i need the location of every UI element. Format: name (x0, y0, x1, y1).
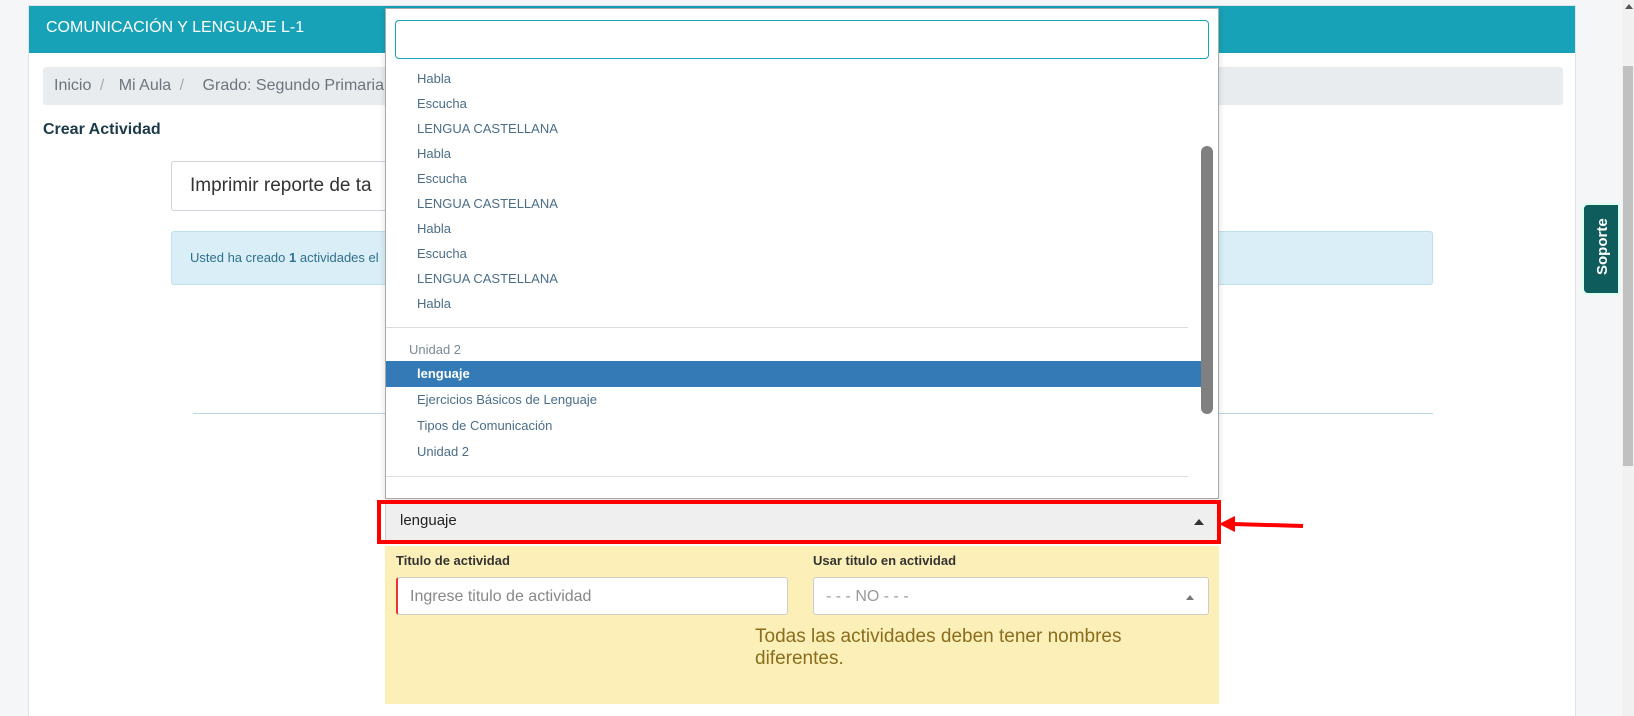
soporte-tab[interactable]: Soporte (1582, 203, 1620, 295)
dropdown-option[interactable]: Habla (386, 66, 1204, 91)
dropdown-option[interactable]: Habla (386, 291, 1204, 316)
dropdown-list: Habla Escucha LENGUA CASTELLANA Habla Es… (386, 66, 1204, 498)
crear-actividad-title: Crear Actividad (43, 121, 161, 138)
dropdown-option[interactable]: Tipos de Comunicación (386, 413, 1204, 439)
breadcrumb-separator: / (179, 77, 185, 94)
form-panel: Titulo de actividad Ingrese titulo de ac… (385, 546, 1219, 704)
dropdown-option[interactable]: LENGUA CASTELLANA (386, 191, 1204, 216)
titulo-input[interactable]: Ingrese titulo de actividad (396, 577, 788, 615)
breadcrumb-mi-aula[interactable]: Mi Aula (119, 77, 171, 94)
soporte-label: Soporte (1594, 218, 1611, 275)
dropdown-option[interactable]: Unidad 2 (386, 439, 1204, 465)
dropdown-option[interactable]: Escucha (386, 241, 1204, 266)
red-arrow-icon (1219, 516, 1304, 532)
dropdown-separator (386, 327, 1188, 328)
scroll-up-arrow-icon[interactable] (1625, 4, 1633, 9)
breadcrumb-separator: / (99, 77, 105, 94)
dropdown-separator (386, 476, 1188, 477)
chevron-up-icon (1186, 595, 1194, 600)
usar-titulo-select[interactable]: - - - NO - - - (813, 577, 1209, 615)
usar-titulo-value: - - - NO - - - (826, 588, 909, 605)
highlight-annotation (377, 500, 1221, 544)
select-dropdown: Habla Escucha LENGUA CASTELLANA Habla Es… (385, 8, 1219, 499)
breadcrumb-inicio[interactable]: Inicio (54, 77, 91, 94)
breadcrumb-grado: Grado: Segundo Primaria - S (202, 77, 409, 94)
titulo-label: Titulo de actividad (396, 553, 510, 568)
alert-suffix: actividades el (296, 250, 379, 265)
dropdown-group-label: Unidad 2 (409, 342, 462, 357)
dropdown-option[interactable]: LENGUA CASTELLANA (386, 116, 1204, 141)
dropdown-option[interactable]: Ejercicios Básicos de Lenguaje (386, 387, 1204, 413)
usar-titulo-label: Usar titulo en actividad (813, 553, 957, 568)
dropdown-option[interactable]: Escucha (386, 91, 1204, 116)
dropdown-option[interactable]: Habla (386, 216, 1204, 241)
dropdown-option[interactable]: Escucha (386, 166, 1204, 191)
dropdown-option[interactable]: Habla (386, 141, 1204, 166)
page-scrollbar-thumb[interactable] (1623, 66, 1633, 466)
dropdown-option-selected[interactable]: lenguaje (386, 361, 1204, 387)
warning-text: Todas las actividades deben tener nombre… (755, 626, 1122, 669)
dropdown-option[interactable]: LENGUA CASTELLANA (386, 266, 1204, 291)
dropdown-scrollbar[interactable] (1201, 146, 1213, 414)
dropdown-search-input[interactable] (395, 20, 1209, 59)
alert-prefix: Usted ha creado (190, 250, 290, 265)
